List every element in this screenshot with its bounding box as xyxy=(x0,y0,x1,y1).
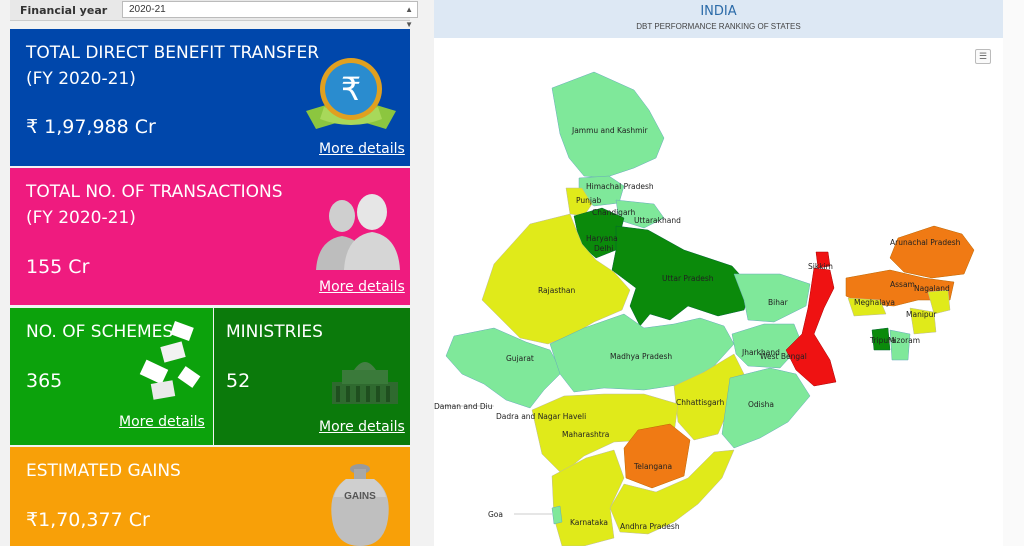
dbt-period: (FY 2020-21) xyxy=(26,69,136,89)
label-gujarat: Gujarat xyxy=(506,354,534,363)
label-dadra-and-nagar-haveli: Dadra and Nagar Haveli xyxy=(496,412,587,421)
label-chandigarh: Chandigarh xyxy=(592,208,636,217)
ministries-more-details-link[interactable]: More details xyxy=(319,419,405,435)
gains-title: ESTIMATED GAINS xyxy=(26,461,181,481)
transactions-more-details-link[interactable]: More details xyxy=(319,279,405,295)
label-chhattisgarh: Chhattisgarh xyxy=(676,398,725,407)
label-meghalaya: Meghalaya xyxy=(854,298,895,307)
financial-year-select[interactable]: 2020-21 ▲ ▼ xyxy=(122,1,418,29)
label-assam: Assam xyxy=(890,280,915,289)
label-punjab: Punjab xyxy=(576,196,602,205)
svg-text:₹: ₹ xyxy=(341,70,361,108)
label-himachal-pradesh: Himachal Pradesh xyxy=(586,182,654,191)
label-maharashtra: Maharashtra xyxy=(562,430,610,439)
schemes-more-details-link[interactable]: More details xyxy=(119,414,205,430)
ministries-title: MINISTRIES xyxy=(226,322,323,342)
label-jammu-and-kashmir: Jammu and Kashmir xyxy=(572,126,648,135)
map-subtitle: DBT PERFORMANCE RANKING OF STATES xyxy=(636,22,801,31)
label-andhra-pradesh: Andhra Pradesh xyxy=(620,522,680,531)
gains-value: ₹1,70,377 Cr xyxy=(26,509,150,531)
label-odisha: Odisha xyxy=(748,400,775,409)
state-mizoram xyxy=(889,329,911,361)
state-arunachal-pradesh xyxy=(889,225,975,279)
label-manipur: Manipur xyxy=(906,310,937,319)
select-arrows-icon: ▲ ▼ xyxy=(405,5,413,29)
page-edge xyxy=(1003,0,1024,546)
label-bihar: Bihar xyxy=(768,298,788,307)
papers-icon xyxy=(139,321,201,400)
transactions-value: 155 Cr xyxy=(26,256,90,278)
gains-pot-icon xyxy=(331,464,389,546)
label-uttarakhand: Uttarakhand xyxy=(634,216,681,225)
transactions-period: (FY 2020-21) xyxy=(26,208,136,228)
label-arunachal-pradesh: Arunachal Pradesh xyxy=(890,238,961,247)
dbt-value: ₹ 1,97,988 Cr xyxy=(26,116,156,138)
schemes-value: 365 xyxy=(26,370,63,392)
state-goa xyxy=(551,505,563,525)
label-rajasthan: Rajasthan xyxy=(538,286,576,295)
label-daman-and-diu: Daman and Diu xyxy=(434,402,493,411)
dbt-more-details-link[interactable]: More details xyxy=(319,141,405,157)
financial-year-value: 2020-21 xyxy=(129,4,166,15)
map-header: INDIA DBT PERFORMANCE RANKING OF STATES xyxy=(434,0,1003,38)
summary-panel: Financial year 2020-21 ▲ ▼ TOTAL DIRECT B… xyxy=(10,0,418,546)
label-madhya-pradesh: Madhya Pradesh xyxy=(610,352,673,361)
map-title: INDIA xyxy=(700,4,737,19)
label-nagaland: Nagaland xyxy=(914,284,950,293)
label-mizoram: Mizoram xyxy=(888,336,921,345)
label-haryana: Haryana xyxy=(586,234,618,243)
label-karnataka: Karnataka xyxy=(570,518,609,527)
ministries-tile: MINISTRIES 52 More details xyxy=(214,308,410,445)
label-delhi: Delhi xyxy=(594,244,614,253)
label-west-bengal: West Bengal xyxy=(760,352,807,361)
total-transactions-tile: TOTAL NO. OF TRANSACTIONS (FY 2020-21) 1… xyxy=(10,168,410,305)
parliament-icon xyxy=(332,362,398,404)
label-telangana: Telangana xyxy=(634,462,673,471)
label-sikkim: Sikkim xyxy=(808,262,833,271)
label-goa: Goa xyxy=(488,510,503,519)
gains-badge: GAINS xyxy=(344,491,376,502)
label-uttar-pradesh: Uttar Pradesh xyxy=(662,274,714,283)
schemes-tile: NO. OF SCHEMES 365 More details xyxy=(10,308,213,445)
transactions-title: TOTAL NO. OF TRANSACTIONS xyxy=(26,182,283,202)
map-panel: INDIA DBT PERFORMANCE RANKING OF STATES … xyxy=(434,0,1003,546)
rupee-medal-icon: ₹ xyxy=(306,58,396,129)
total-dbt-tile: TOTAL DIRECT BENEFIT TRANSFER (FY 2020-2… xyxy=(10,29,410,166)
financial-year-label: Financial year xyxy=(20,3,108,17)
dbt-title: TOTAL DIRECT BENEFIT TRANSFER xyxy=(26,43,320,63)
estimated-gains-tile: ESTIMATED GAINS ₹1,70,377 Cr GAINS xyxy=(10,447,410,546)
ministries-value: 52 xyxy=(226,370,251,392)
people-icon xyxy=(316,194,400,270)
state-jammu-and-kashmir xyxy=(551,71,665,179)
